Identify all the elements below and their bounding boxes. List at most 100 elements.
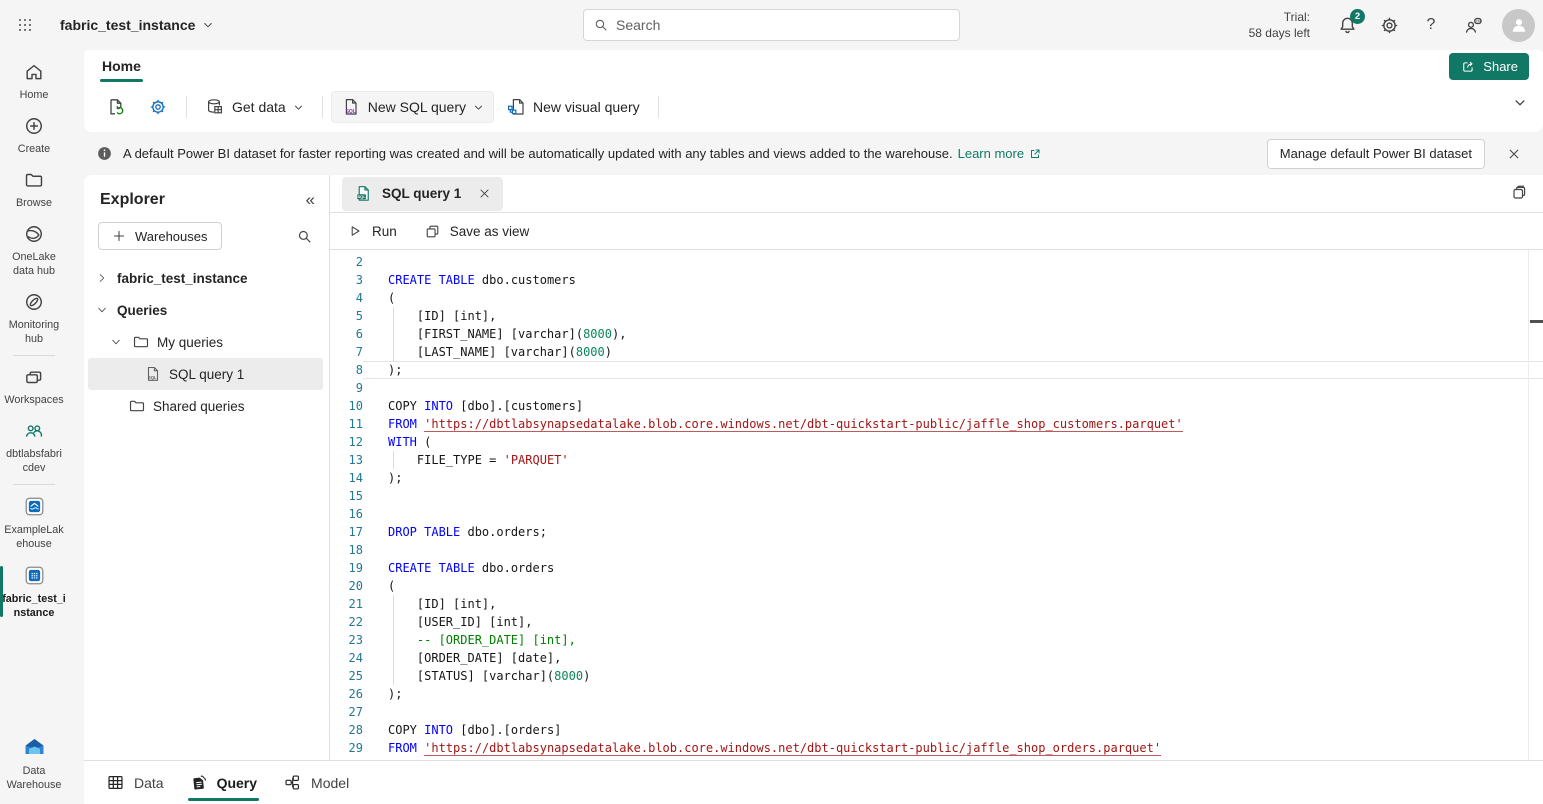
nav-monitoring-hub[interactable]: Monitoring hub: [0, 284, 68, 352]
code-line[interactable]: 29FROM 'https://dbtlabsynapsedatalake.bl…: [330, 739, 1543, 757]
code-token: [STATUS] [varchar](: [417, 669, 554, 683]
code-line[interactable]: 6[FIRST_NAME] [varchar](8000),: [330, 325, 1543, 343]
code-line[interactable]: 8);: [330, 361, 1543, 379]
chevron-down-icon[interactable]: [108, 336, 124, 348]
nav-data-warehouse[interactable]: Data Warehouse: [0, 727, 68, 798]
nav-dbtlabsfabricdev[interactable]: dbtlabsfabri cdev: [0, 413, 68, 481]
nav-onelake-data-hub[interactable]: OneLake data hub: [0, 216, 68, 284]
nav-home[interactable]: Home: [0, 54, 68, 108]
view-tab-data[interactable]: Data: [94, 761, 176, 804]
save-as-view-button[interactable]: Save as view: [424, 223, 530, 240]
collapse-ribbon-button[interactable]: [1513, 96, 1527, 110]
code-line[interactable]: 20 (: [330, 577, 1543, 595]
code-line[interactable]: 22[USER_ID] [int],: [330, 613, 1543, 631]
refresh-report-button[interactable]: [96, 91, 136, 123]
editor-scrollbar-marker[interactable]: [1530, 320, 1543, 323]
code-line[interactable]: 23-- [ORDER_DATE] [int],: [330, 631, 1543, 649]
code-line[interactable]: 2: [330, 253, 1543, 271]
save-as-view-icon: [424, 223, 441, 240]
code-token: (: [388, 579, 395, 593]
collapse-explorer-button[interactable]: «: [306, 190, 315, 210]
learn-more-link[interactable]: Learn more: [958, 146, 1042, 161]
view-tab-query[interactable]: Query: [178, 761, 269, 804]
code-line[interactable]: 19CREATE TABLE dbo.orders: [330, 559, 1543, 577]
tree-item-fabric-test-instance[interactable]: fabric_test_instance: [88, 262, 323, 294]
code-line[interactable]: 11FROM 'https://dbtlabsynapsedatalake.bl…: [330, 415, 1543, 433]
manage-dataset-button[interactable]: Manage default Power BI dataset: [1267, 139, 1485, 169]
trial-label: Trial:: [1249, 9, 1310, 25]
code-line[interactable]: 27: [330, 703, 1543, 721]
explorer-search-icon[interactable]: [296, 228, 313, 245]
run-button[interactable]: Run: [347, 223, 397, 239]
new-visual-query-button[interactable]: New visual query: [496, 91, 650, 123]
chevron-right-icon[interactable]: [94, 272, 110, 284]
code-line[interactable]: 15: [330, 487, 1543, 505]
global-search[interactable]: [583, 9, 960, 41]
code-line[interactable]: 4(: [330, 289, 1543, 307]
tree-item-shared-queries[interactable]: Shared queries: [88, 390, 323, 422]
code-line[interactable]: 28COPY INTO [dbo].[orders]: [330, 721, 1543, 739]
close-tab-icon[interactable]: [478, 187, 491, 200]
code-token: COPY: [388, 399, 424, 413]
tab-home[interactable]: Home: [100, 50, 143, 82]
copy-button[interactable]: [1509, 183, 1529, 203]
nav-create[interactable]: Create: [0, 108, 68, 162]
code-line[interactable]: 3CREATE TABLE dbo.customers: [330, 271, 1543, 289]
code-line[interactable]: 14);: [330, 469, 1543, 487]
code-line[interactable]: 5[ID] [int],: [330, 307, 1543, 325]
chevron-down-icon[interactable]: [94, 304, 110, 316]
run-label: Run: [372, 224, 397, 239]
nav-browse[interactable]: Browse: [0, 162, 68, 216]
code-line[interactable]: 26);: [330, 685, 1543, 703]
code-line[interactable]: 21[ID] [int],: [330, 595, 1543, 613]
code-line[interactable]: 12WITH (: [330, 433, 1543, 451]
line-number: 28: [330, 721, 363, 739]
notification-badge: 2: [1350, 9, 1365, 24]
code-line[interactable]: 10COPY INTO [dbo].[customers]: [330, 397, 1543, 415]
code-line[interactable]: 24[ORDER_DATE] [date],: [330, 649, 1543, 667]
notifications-button[interactable]: 2: [1330, 8, 1364, 42]
toolbar-divider: [658, 96, 659, 118]
banner-close-button[interactable]: [1499, 139, 1529, 169]
code-line[interactable]: 18: [330, 541, 1543, 559]
editor-scrollbar-track[interactable]: [1528, 250, 1529, 760]
settings-button[interactable]: [1372, 8, 1406, 42]
line-number: 20: [330, 577, 363, 595]
feedback-button[interactable]: [1456, 8, 1490, 42]
line-content: (: [363, 289, 1543, 307]
new-sql-query-button[interactable]: SQL New SQL query: [331, 91, 494, 123]
code-line[interactable]: 16: [330, 505, 1543, 523]
indent-guide: [388, 649, 417, 667]
view-tab-model[interactable]: Model: [271, 761, 361, 804]
code-line[interactable]: 13FILE_TYPE = 'PARQUET': [330, 451, 1543, 469]
new-warehouse-button[interactable]: Warehouses: [98, 222, 222, 250]
tree-item-sql-query-1[interactable]: SQLSQL query 1: [88, 358, 323, 390]
tree-item-queries[interactable]: Queries: [88, 294, 323, 326]
code-area[interactable]: 23CREATE TABLE dbo.customers4(5[ID] [int…: [330, 250, 1543, 760]
tab-home-label: Home: [102, 58, 141, 74]
share-button[interactable]: Share: [1449, 53, 1529, 80]
tab-sql-query-1[interactable]: SQL SQL query 1: [342, 177, 503, 211]
account-avatar[interactable]: [1502, 9, 1535, 42]
line-number: 7: [330, 343, 363, 361]
nav-examplelakehouse[interactable]: ExampleLak ehouse: [0, 488, 68, 557]
code-line[interactable]: 7[LAST_NAME] [varchar](8000): [330, 343, 1543, 361]
code-line[interactable]: 9: [330, 379, 1543, 397]
help-button[interactable]: ?: [1414, 8, 1448, 42]
line-number: 17: [330, 523, 363, 541]
tree-item-my-queries[interactable]: My queries: [88, 326, 323, 358]
code-line[interactable]: 25[STATUS] [varchar](8000): [330, 667, 1543, 685]
code-line[interactable]: 17DROP TABLE dbo.orders;: [330, 523, 1543, 541]
nav-label: fabric_test_i nstance: [1, 592, 67, 620]
nav-fabric-test-instance[interactable]: fabric_test_i nstance: [0, 557, 68, 626]
get-data-button[interactable]: Get data: [195, 91, 314, 123]
dataset-banner: A default Power BI dataset for faster re…: [84, 132, 1543, 175]
search-input[interactable]: [616, 17, 950, 33]
nav-workspaces[interactable]: Workspaces: [0, 359, 68, 413]
plus-icon: [112, 229, 126, 243]
new-visual-query-label: New visual query: [533, 99, 640, 115]
dataset-settings-button[interactable]: [138, 91, 178, 123]
code-token: ): [605, 345, 612, 359]
waffle-menu-button[interactable]: [0, 0, 50, 50]
workspace-switcher[interactable]: fabric_test_instance: [60, 17, 214, 33]
